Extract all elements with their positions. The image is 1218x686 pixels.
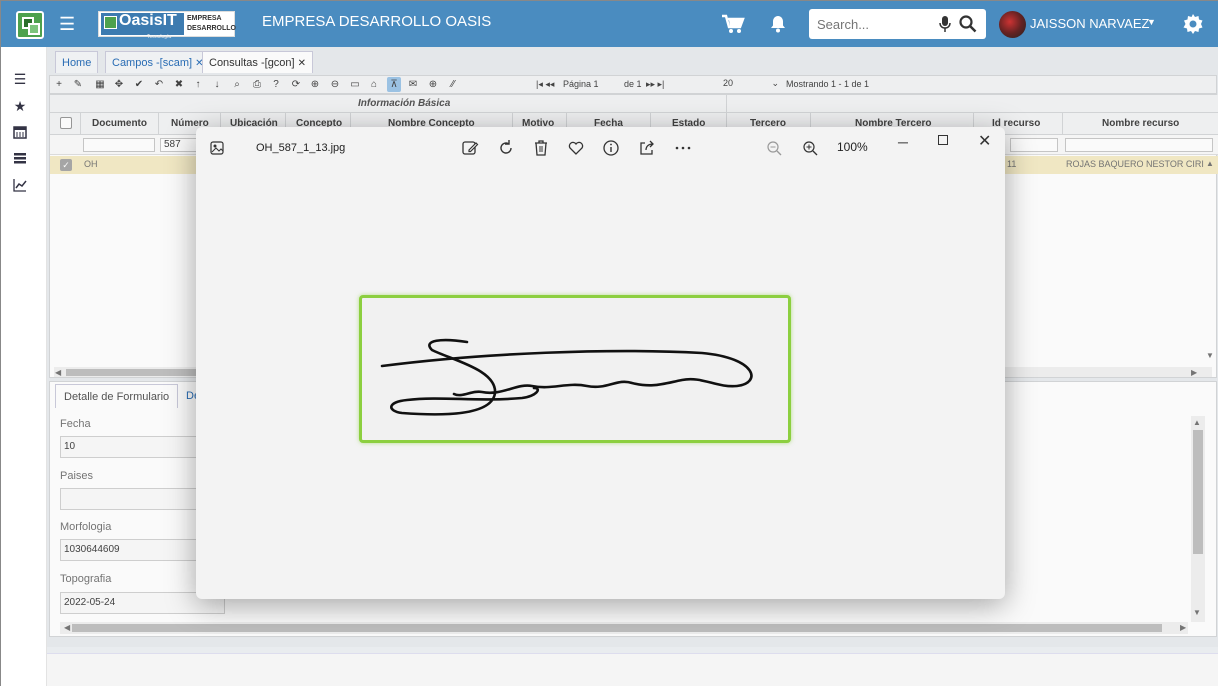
- viewer-filename: OH_587_1_13.jpg: [256, 142, 346, 154]
- brand-company-line2: DESARROLLO: [187, 25, 236, 32]
- zoom-in-icon[interactable]: [801, 139, 819, 157]
- trash-icon[interactable]: [532, 139, 550, 157]
- more-options-icon[interactable]: [674, 139, 692, 157]
- app-logo-icon[interactable]: [16, 11, 44, 39]
- share-icon[interactable]: [638, 139, 656, 157]
- edit-image-icon[interactable]: [461, 139, 479, 157]
- search-input[interactable]: [817, 15, 937, 33]
- signature-image: [359, 295, 791, 443]
- close-icon[interactable]: ✕: [978, 131, 991, 151]
- zoom-out-icon[interactable]: [765, 139, 783, 157]
- bell-icon[interactable]: [769, 15, 787, 33]
- hamburger-menu-icon[interactable]: ☰: [59, 15, 75, 33]
- info-icon[interactable]: [602, 139, 620, 157]
- avatar[interactable]: [999, 11, 1026, 38]
- brand-company: EMPRESA DESARROLLO: [187, 14, 236, 34]
- menu-icon[interactable]: ☰: [12, 71, 28, 87]
- heart-icon[interactable]: [567, 139, 585, 157]
- signature-drawing: [380, 338, 753, 416]
- microphone-icon[interactable]: [939, 15, 951, 38]
- maximize-icon[interactable]: [938, 135, 948, 145]
- list-icon[interactable]: [12, 151, 28, 167]
- gear-icon[interactable]: [1181, 12, 1205, 36]
- chart-line-icon[interactable]: [12, 178, 28, 194]
- calendar-icon[interactable]: [12, 125, 28, 141]
- photo-viewer-window: OH_587_1_13.jpg 100% ─ ✕: [196, 127, 1005, 599]
- cart-icon[interactable]: [721, 14, 745, 34]
- search-box: [809, 9, 986, 39]
- zoom-level[interactable]: 100%: [837, 140, 868, 154]
- brand-name: OasisIT: [119, 12, 177, 29]
- app-title: EMPRESA DESARROLLO OASIS: [262, 13, 492, 30]
- brand-tagline: Tecnología: [147, 34, 172, 40]
- brand-square-icon: [104, 16, 117, 29]
- footer-strip: [47, 653, 1218, 686]
- search-icon[interactable]: [959, 15, 977, 38]
- left-sidebar: ☰ ★: [1, 47, 47, 686]
- star-icon[interactable]: ★: [12, 98, 28, 114]
- user-name[interactable]: JAISSON NARVAEZ: [1030, 16, 1149, 31]
- minimize-icon[interactable]: ─: [898, 134, 908, 150]
- brand-oasis-mark: OasisIT Tecnología: [101, 12, 184, 40]
- brand-logo: OasisIT Tecnología EMPRESA DESARROLLO: [98, 11, 236, 40]
- rotate-icon[interactable]: [497, 139, 515, 157]
- brand-company-line1: EMPRESA: [187, 15, 222, 22]
- photos-app-icon: [210, 141, 224, 160]
- chevron-down-icon[interactable]: ▼: [1147, 17, 1156, 27]
